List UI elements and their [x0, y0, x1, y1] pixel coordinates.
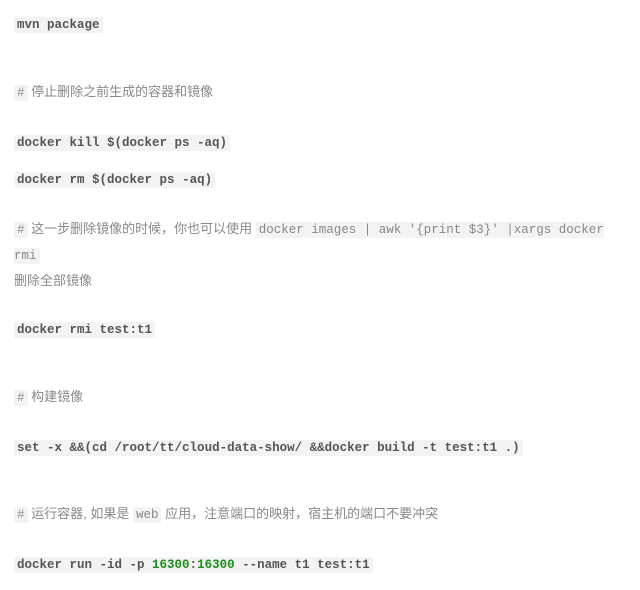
- text: 这一步删除镜像的时候，你也可以使用: [28, 221, 256, 236]
- code: mvn package: [14, 17, 103, 33]
- cmd-docker-rm: docker rm $(docker ps -aq): [14, 167, 626, 193]
- code: docker run -id -p 16300:16300 --name t1 …: [14, 557, 373, 573]
- comment-rmi-hint-2: 删除全部镜像: [14, 269, 626, 294]
- text: 应用，注意端口的映射，宿主机的端口不要冲突: [161, 506, 438, 521]
- cmd-build: set -x &&(cd /root/tt/cloud-data-show/ &…: [14, 435, 626, 461]
- code: docker rmi test:t1: [14, 322, 155, 338]
- code: docker kill $(docker ps -aq): [14, 135, 230, 151]
- cmd-docker-rmi: docker rmi test:t1: [14, 317, 626, 343]
- code: docker rm $(docker ps -aq): [14, 172, 215, 188]
- comment-build: # 构建镜像: [14, 385, 626, 411]
- text: 停止删除之前生成的容器和镜像: [28, 84, 214, 99]
- comment-run: # 运行容器, 如果是 web 应用，注意端口的映射，宿主机的端口不要冲突: [14, 502, 626, 528]
- comment-rmi-hint: # 这一步删除镜像的时候，你也可以使用 docker images | awk …: [14, 217, 626, 269]
- text: 运行容器, 如果是: [28, 506, 133, 521]
- hash: #: [14, 222, 28, 238]
- hash: #: [14, 85, 28, 101]
- text: 构建镜像: [28, 389, 84, 404]
- cmd-docker-run: docker run -id -p 16300:16300 --name t1 …: [14, 552, 626, 578]
- code: set -x &&(cd /root/tt/cloud-data-show/ &…: [14, 440, 523, 456]
- text: 删除全部镜像: [14, 273, 92, 288]
- inline-code: web: [133, 507, 162, 523]
- hash: #: [14, 507, 28, 523]
- comment-stop-delete: # 停止删除之前生成的容器和镜像: [14, 80, 626, 106]
- cmd-docker-kill: docker kill $(docker ps -aq): [14, 130, 626, 156]
- cmd-mvn-package: mvn package: [14, 12, 626, 38]
- hash: #: [14, 390, 28, 406]
